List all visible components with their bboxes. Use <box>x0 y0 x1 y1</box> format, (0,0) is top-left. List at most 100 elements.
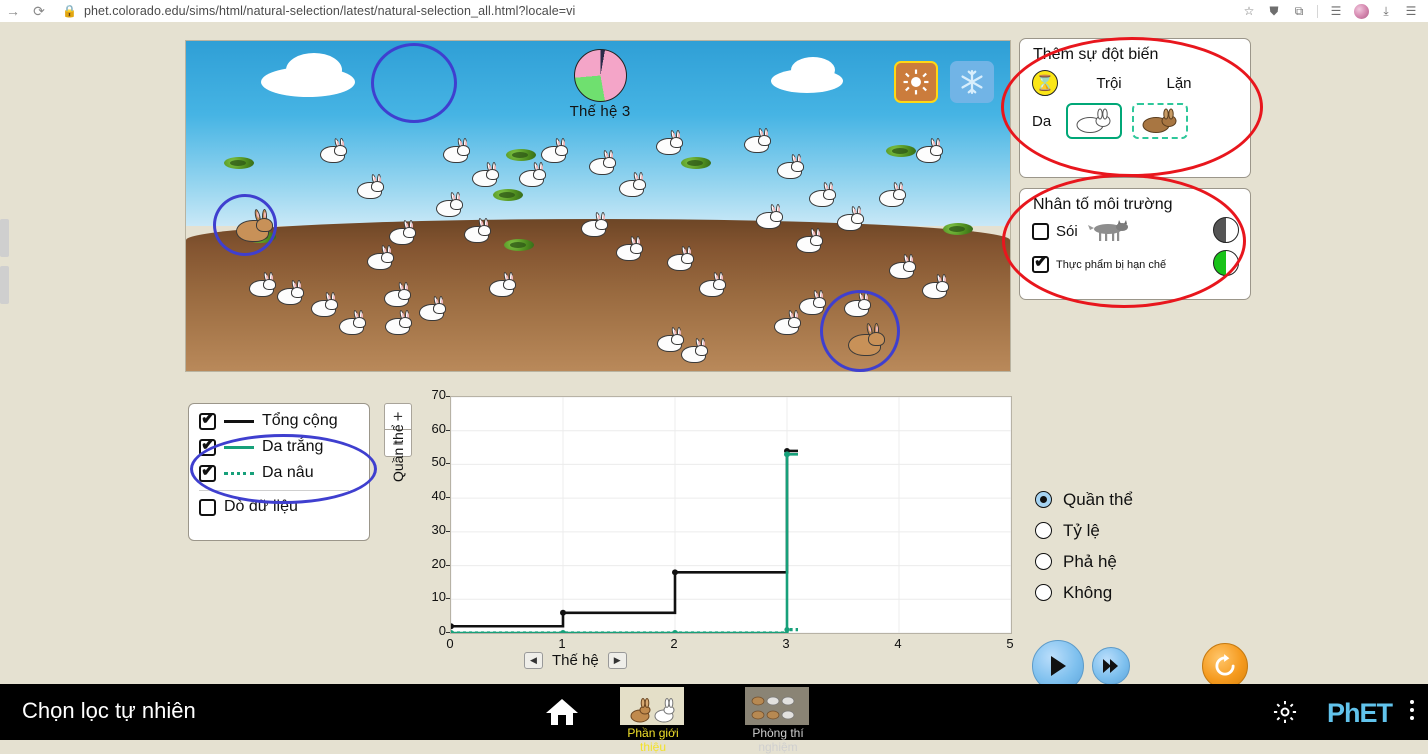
shield-icon[interactable]: ⛊ <box>1263 0 1285 22</box>
y-tick-mark <box>446 430 450 431</box>
radio-population-button[interactable] <box>1035 491 1052 508</box>
rabbit-brown <box>233 208 273 242</box>
tab-intro-thumbnail <box>620 687 684 725</box>
generation-badge: Thế hệ 3 <box>556 49 644 127</box>
legend-row-brown-fur[interactable]: Da nâu <box>199 464 369 482</box>
dna-icon[interactable]: ⌛ <box>1032 70 1058 96</box>
rabbit-white <box>274 279 304 305</box>
plot-area[interactable] <box>450 396 1012 634</box>
population-graph: 010203040506070 012345 ◀ Thế hệ ▶ <box>420 374 1020 674</box>
rabbit-white <box>461 217 491 243</box>
rabbit-white <box>433 191 463 217</box>
radio-none-label: Không <box>1063 583 1112 603</box>
shrub <box>506 149 536 161</box>
tab-lab[interactable]: Phòng thí nghiệm <box>745 687 811 754</box>
rabbit-white <box>386 219 416 245</box>
limited-food-checkbox[interactable] <box>1032 256 1049 273</box>
url-text: phet.colorado.edu/sims/html/natural-sele… <box>84 4 575 18</box>
brown-fur-checkbox[interactable] <box>199 465 216 482</box>
y-tick-label: 30 <box>420 522 446 537</box>
browser-actions: ☆ ⛊ ⧉ ☰ ⤓ ☰ <box>1238 0 1428 22</box>
rabbit-white <box>616 171 646 197</box>
hamburger-menu-icon[interactable]: ☰ <box>1400 0 1422 22</box>
limited-food-label: Thực phẩm bị hạn chế <box>1056 259 1166 271</box>
data-probe-checkbox[interactable] <box>199 499 216 516</box>
x-tick-label: 1 <box>552 636 572 651</box>
radio-none[interactable]: Không <box>1035 577 1133 608</box>
extensions-puzzle-icon[interactable]: ⧉ <box>1288 0 1310 22</box>
home-icon[interactable] <box>545 697 579 727</box>
total-label: Tổng cộng <box>262 412 338 430</box>
right-triangle-icon[interactable]: ▶ <box>608 652 627 669</box>
radio-proportions[interactable]: Tỷ lệ <box>1035 515 1133 546</box>
legend-divider <box>199 490 349 491</box>
x-tick-label: 4 <box>888 636 908 651</box>
reset-all-icon[interactable] <box>1202 643 1248 689</box>
rabbit-brown <box>845 322 885 356</box>
profile-avatar-icon[interactable] <box>1350 0 1372 22</box>
fast-forward-icon[interactable] <box>1092 647 1130 685</box>
tab-intro-label: Phần giới thiệu <box>620 726 686 754</box>
y-tick-mark <box>446 632 450 633</box>
download-icon[interactable]: ⤓ <box>1375 0 1397 22</box>
sun-button[interactable] <box>894 61 938 103</box>
rabbit-white <box>381 281 411 307</box>
left-triangle-icon[interactable]: ◀ <box>524 652 543 669</box>
legend-row-data-probe[interactable]: Dò dữ liệu <box>199 498 369 516</box>
rabbit-white <box>469 161 499 187</box>
legend-row-total[interactable]: Tổng cộng <box>199 412 369 430</box>
phet-logo-text: PhET <box>1327 698 1392 728</box>
rabbit-white <box>486 271 516 297</box>
y-tick-mark <box>446 497 450 498</box>
rabbit-white <box>753 203 783 229</box>
limited-food-row[interactable]: Thực phẩm bị hạn chế <box>1020 250 1250 273</box>
y-axis-label: Quần thể <box>390 424 406 482</box>
white-fur-label: Da trắng <box>262 438 323 456</box>
wolves-row[interactable]: Sói <box>1020 214 1250 242</box>
reload-icon[interactable]: ⟳ <box>26 0 52 22</box>
bookmark-star-icon[interactable]: ☆ <box>1238 0 1260 22</box>
address-bar[interactable]: 🔒 phet.colorado.edu/sims/html/natural-se… <box>52 0 1238 22</box>
y-tick-mark <box>446 463 450 464</box>
reading-list-icon[interactable]: ☰ <box>1325 0 1347 22</box>
wolves-checkbox[interactable] <box>1032 223 1049 240</box>
page-scrollbar[interactable] <box>0 44 9 684</box>
legend-row-white-fur[interactable]: Da trắng <box>199 438 369 456</box>
mutation-header-row: ⌛ Trội Lặn <box>1020 64 1250 96</box>
phet-logo[interactable]: PhET <box>1327 698 1392 729</box>
white-fur-checkbox[interactable] <box>199 439 216 456</box>
rabbit-white <box>578 211 608 237</box>
rabbit-white <box>678 337 708 363</box>
radio-pedigree-button[interactable] <box>1035 553 1052 570</box>
white-fur-rabbit-icon[interactable] <box>1066 103 1122 139</box>
radio-population[interactable]: Quần thể <box>1035 484 1133 515</box>
snow-button[interactable] <box>950 61 994 103</box>
brown-fur-label: Da nâu <box>262 464 314 482</box>
rabbit-white <box>774 153 804 179</box>
tab-intro[interactable]: Phần giới thiệu <box>620 687 686 754</box>
fur-row-label: Da <box>1032 113 1066 130</box>
radio-proportions-button[interactable] <box>1035 522 1052 539</box>
gear-icon[interactable] <box>1272 699 1298 725</box>
brown-fur-line-swatch <box>224 472 254 475</box>
forward-arrow-icon[interactable]: → <box>0 0 26 22</box>
shrub <box>493 189 523 201</box>
y-tick-label: 20 <box>420 556 446 571</box>
lock-icon: 🔒 <box>62 4 77 18</box>
rabbit-field[interactable]: Thế hệ 3 <box>185 40 1011 372</box>
total-line-swatch <box>224 420 254 423</box>
y-tick-label: 70 <box>420 387 446 402</box>
fur-mutation-row: Da <box>1020 96 1250 139</box>
radio-pedigree-label: Phả hệ <box>1063 552 1117 572</box>
rabbit-white <box>696 271 726 297</box>
kebab-menu-icon[interactable] <box>1410 700 1414 720</box>
radio-pedigree[interactable]: Phả hệ <box>1035 546 1133 577</box>
total-checkbox[interactable] <box>199 413 216 430</box>
brown-fur-rabbit-icon[interactable] <box>1132 103 1188 139</box>
simulation-stage: Thế hệ 3 Thêm sự đột biến ⌛ <box>0 22 1428 684</box>
x-tick-label: 0 <box>440 636 460 651</box>
radio-none-button[interactable] <box>1035 584 1052 601</box>
recessive-column-label: Lặn <box>1148 75 1210 92</box>
y-tick-mark <box>446 396 450 397</box>
x-tick-label: 3 <box>776 636 796 651</box>
